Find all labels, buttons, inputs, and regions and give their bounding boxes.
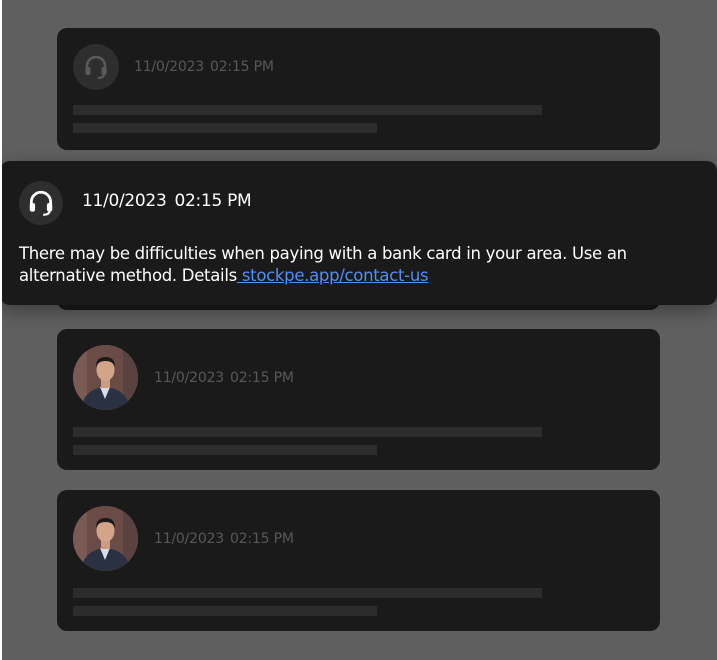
notification-time: 02:15 PM bbox=[229, 370, 294, 386]
support-avatar bbox=[19, 181, 63, 225]
notification-card[interactable]: 11/0/2023 02:15 PM bbox=[57, 28, 660, 150]
notification-card[interactable]: 11/0/2023 02:15 PM bbox=[57, 490, 660, 631]
notification-date: 11/0/2023 bbox=[154, 370, 224, 386]
headset-icon bbox=[85, 55, 107, 79]
headset-icon bbox=[29, 190, 53, 216]
support-avatar bbox=[73, 44, 119, 90]
message-placeholder-line bbox=[73, 606, 377, 616]
message-placeholder-line bbox=[73, 123, 377, 133]
notification-time: 02:15 PM bbox=[229, 531, 294, 547]
notification-timestamp: 11/0/2023 02:15 PM bbox=[154, 370, 294, 386]
highlighted-notification[interactable]: 11/0/2023 02:15 PM There may be difficult… bbox=[2, 161, 717, 305]
notification-time: 02:15 PM bbox=[209, 59, 274, 75]
notification-card[interactable]: 11/0/2023 02:15 PM bbox=[57, 329, 660, 470]
message-placeholder-line bbox=[73, 445, 377, 455]
person-photo-icon bbox=[73, 506, 138, 571]
user-avatar bbox=[73, 345, 138, 410]
notification-message: There may be difficulties when paying wi… bbox=[19, 243, 679, 287]
notification-overlay: 11/0/2023 02:15 PM 11/0/2023 02:15 PM 11… bbox=[2, 0, 717, 660]
notification-date: 11/0/2023 bbox=[82, 191, 167, 211]
message-placeholder-line bbox=[73, 105, 542, 115]
user-avatar bbox=[73, 506, 138, 571]
contact-link[interactable]: stockpe.app/contact-us bbox=[237, 266, 429, 285]
notification-date: 11/0/2023 bbox=[134, 59, 204, 75]
notification-timestamp: 11/0/2023 02:15 PM bbox=[154, 531, 294, 547]
notification-date: 11/0/2023 bbox=[154, 531, 224, 547]
notification-timestamp: 11/0/2023 02:15 PM bbox=[82, 191, 252, 211]
notification-timestamp: 11/0/2023 02:15 PM bbox=[134, 59, 274, 75]
message-placeholder-line bbox=[73, 427, 542, 437]
notification-time: 02:15 PM bbox=[174, 191, 252, 211]
person-photo-icon bbox=[73, 345, 138, 410]
message-placeholder-line bbox=[73, 588, 542, 598]
